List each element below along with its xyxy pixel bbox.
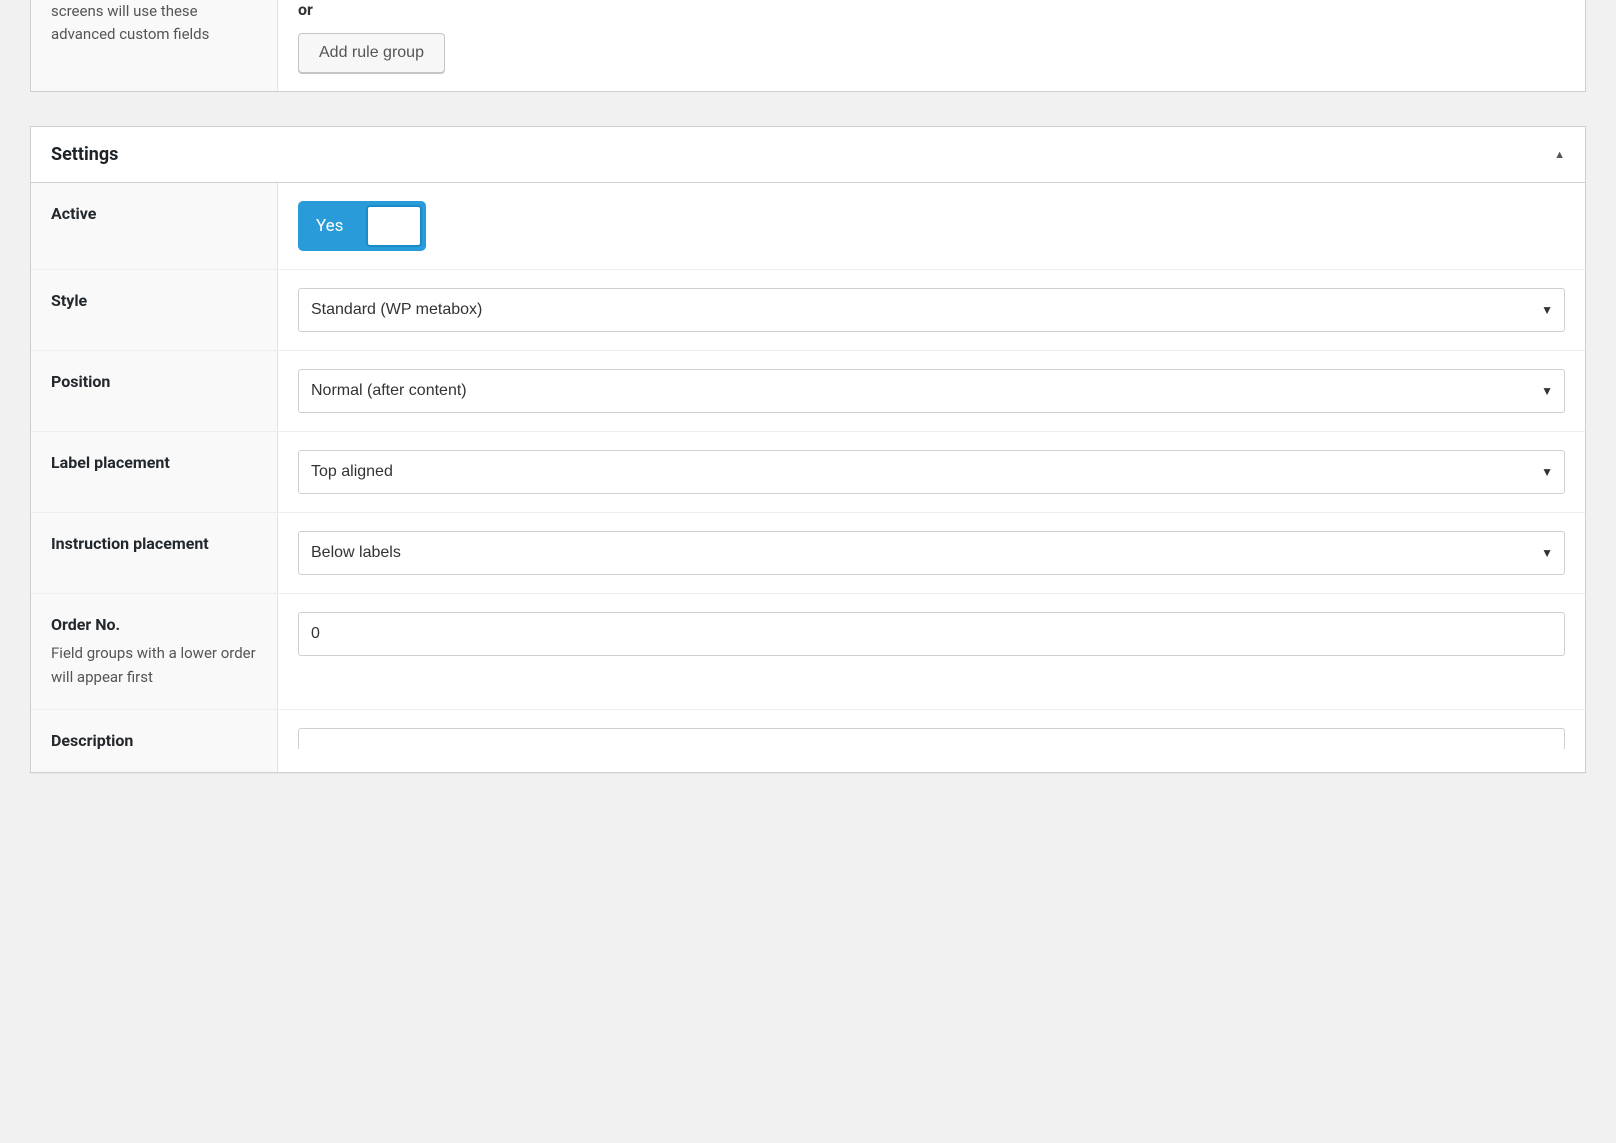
active-toggle-text: Yes [302,216,355,236]
description-input[interactable] [298,728,1565,749]
position-label: Position [51,371,257,393]
order-no-input[interactable] [298,612,1565,656]
or-label: or [298,0,1565,19]
order-no-label: Order No. [51,614,257,636]
active-row: Active Yes [31,183,1585,270]
style-select[interactable]: Standard (WP metabox) [298,288,1565,332]
instruction-placement-input-cell: Below labels ▼ [278,513,1585,593]
settings-panel-title: Settings [51,144,118,165]
settings-panel: Settings ▲ Active Yes Style Standard (WP… [30,126,1586,773]
active-label-cell: Active [31,183,278,269]
label-placement-label: Label placement [51,452,257,474]
position-select[interactable]: Normal (after content) [298,369,1565,413]
style-input-cell: Standard (WP metabox) ▼ [278,270,1585,350]
style-label-cell: Style [31,270,278,350]
collapse-panel-icon[interactable]: ▲ [1554,148,1565,161]
description-label: Description [51,730,257,752]
position-input-cell: Normal (after content) ▼ [278,351,1585,431]
instruction-placement-row: Instruction placement Below labels ▼ [31,513,1585,594]
rules-input-cell: or Add rule group [278,0,1585,91]
instruction-placement-label: Instruction placement [51,533,257,555]
active-toggle-handle [366,205,422,247]
settings-panel-header: Settings ▲ [31,127,1585,183]
label-placement-input-cell: Top aligned ▼ [278,432,1585,512]
rules-label-cell: screens will use these advanced custom f… [31,0,278,91]
description-row: Description [31,710,1585,772]
style-label: Style [51,290,257,312]
label-placement-label-cell: Label placement [31,432,278,512]
active-label: Active [51,203,257,225]
order-no-description: Field groups with a lower order will app… [51,642,257,689]
style-row: Style Standard (WP metabox) ▼ [31,270,1585,351]
instruction-placement-select[interactable]: Below labels [298,531,1565,575]
position-label-cell: Position [31,351,278,431]
description-label-cell: Description [31,710,278,772]
rules-description-partial: screens will use these advanced custom f… [51,0,257,47]
position-row: Position Normal (after content) ▼ [31,351,1585,432]
order-no-row: Order No. Field groups with a lower orde… [31,594,1585,710]
add-rule-group-button[interactable]: Add rule group [298,33,445,73]
label-placement-row: Label placement Top aligned ▼ [31,432,1585,513]
label-placement-select[interactable]: Top aligned [298,450,1565,494]
order-no-input-cell [278,594,1585,709]
rules-panel-partial: screens will use these advanced custom f… [30,0,1586,92]
description-input-cell [278,710,1585,772]
instruction-placement-label-cell: Instruction placement [31,513,278,593]
order-no-label-cell: Order No. Field groups with a lower orde… [31,594,278,709]
active-toggle[interactable]: Yes [298,201,426,251]
active-input-cell: Yes [278,183,1585,269]
